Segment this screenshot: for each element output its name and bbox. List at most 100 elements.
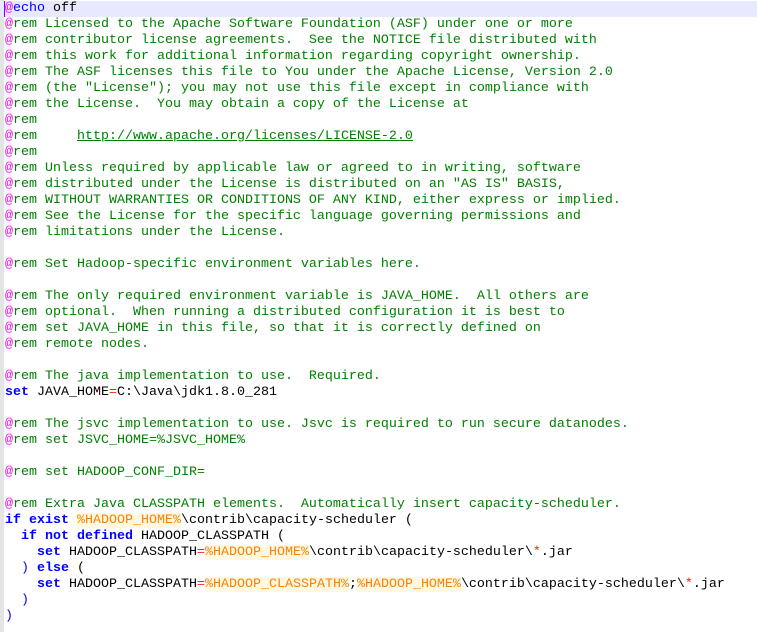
comment-text: rem distributed under the License is dis… [13, 177, 565, 192]
code-line[interactable]: @rem set JAVA_HOME in this file, so that… [0, 321, 757, 337]
code-line[interactable] [0, 481, 757, 497]
batch-at-symbol: @ [5, 465, 13, 480]
batch-at-symbol: @ [5, 321, 13, 336]
code-line[interactable]: @echo off [0, 1, 757, 17]
code-line[interactable]: @rem WITHOUT WARRANTIES OR CONDITIONS OF… [0, 193, 757, 209]
code-editor[interactable]: @echo off @rem Licensed to the Apache Sof… [0, 0, 757, 632]
keyword: set [37, 545, 61, 560]
batch-at-symbol: @ [5, 33, 13, 48]
batch-at-symbol: @ [5, 49, 13, 64]
code-text: off [45, 1, 77, 16]
code-line[interactable]: @rem The java implementation to use. Req… [0, 369, 757, 385]
comment-text: rem limitations under the License. [13, 225, 285, 240]
code-text: \contrib\capacity-scheduler\ [308, 545, 533, 560]
batch-at-symbol: @ [5, 177, 13, 192]
batch-at-symbol: @ [5, 161, 13, 176]
batch-at-symbol: @ [5, 289, 13, 304]
code-line[interactable]: @rem optional. When running a distribute… [0, 305, 757, 321]
comment-text: rem contributor license agreements. See … [13, 33, 597, 48]
comment-text: rem [13, 145, 37, 160]
code-line[interactable]: set HADOOP_CLASSPATH=%HADOOP_CLASSPATH%;… [0, 577, 757, 593]
code-line[interactable]: @rem Licensed to the Apache Software Fou… [0, 17, 757, 33]
keyword: if [5, 513, 21, 528]
code-text: ( [69, 561, 85, 576]
code-line[interactable]: if exist %HADOOP_HOME%\contrib\capacity-… [0, 513, 757, 529]
batch-at-symbol: @ [5, 65, 13, 80]
code-line[interactable]: set HADOOP_CLASSPATH=%HADOOP_HOME%\contr… [0, 545, 757, 561]
comment-text: rem Unless required by applicable law or… [13, 161, 581, 176]
batch-at-symbol: @ [5, 81, 13, 96]
code-line[interactable] [0, 353, 757, 369]
code-line[interactable]: @rem set JSVC_HOME=%JSVC_HOME% [0, 433, 757, 449]
paren: ) [21, 593, 29, 608]
keyword: else [37, 561, 69, 576]
comment-text: rem Extra Java CLASSPATH elements. Autom… [13, 497, 621, 512]
operator: = [196, 545, 205, 560]
code-text: HADOOP_CLASSPATH [61, 545, 197, 560]
comment-text: rem the License. You may obtain a copy o… [13, 97, 469, 112]
code-text: ; [348, 577, 357, 592]
batch-at-symbol: @ [5, 17, 13, 32]
batch-at-symbol: @ [5, 433, 13, 448]
code-line[interactable]: @rem (the "License"); you may not use th… [0, 81, 757, 97]
variable-token: %HADOOP_HOME% [356, 577, 461, 592]
code-line[interactable]: @rem The ASF licenses this file to You u… [0, 65, 757, 81]
variable-token: %HADOOP_HOME% [204, 545, 309, 560]
batch-at-symbol: @ [5, 97, 13, 112]
comment-text: rem The ASF licenses this file to You un… [13, 65, 613, 80]
batch-at-symbol: @ [5, 225, 13, 240]
batch-at-symbol: @ [5, 129, 13, 144]
code-line[interactable] [0, 273, 757, 289]
paren: ) [21, 561, 29, 576]
code-line[interactable]: @rem remote nodes. [0, 337, 757, 353]
code-line[interactable] [0, 401, 757, 417]
code-line[interactable]: ) [0, 609, 757, 625]
code-line[interactable]: @rem Extra Java CLASSPATH elements. Auto… [0, 497, 757, 513]
code-line[interactable]: @rem the License. You may obtain a copy … [0, 97, 757, 113]
code-line[interactable]: @rem [0, 145, 757, 161]
code-line[interactable]: @rem distributed under the License is di… [0, 177, 757, 193]
code-line[interactable] [0, 241, 757, 257]
code-line[interactable]: ) else ( [0, 561, 757, 577]
code-line[interactable]: set JAVA_HOME=C:\Java\jdk1.8.0_281 [0, 385, 757, 401]
code-line[interactable]: @rem contributor license agreements. See… [0, 33, 757, 49]
comment-text: rem WITHOUT WARRANTIES OR CONDITIONS OF … [13, 193, 621, 208]
code-line[interactable]: @rem See the License for the specific la… [0, 209, 757, 225]
code-line[interactable] [0, 449, 757, 465]
code-line[interactable]: ) [0, 593, 757, 609]
code-line[interactable]: @rem Unless required by applicable law o… [0, 161, 757, 177]
batch-at-symbol: @ [5, 417, 13, 432]
code-line[interactable]: @rem The only required environment varia… [0, 289, 757, 305]
comment-text: rem See the License for the specific lan… [13, 209, 581, 224]
code-text: .jar [540, 545, 573, 560]
code-text: HADOOP_CLASSPATH ( [133, 529, 285, 544]
code-line[interactable]: if not defined HADOOP_CLASSPATH ( [0, 529, 757, 545]
code-line[interactable]: @rem Set Hadoop-specific environment var… [0, 257, 757, 273]
code-line[interactable]: @rem The jsvc implementation to use. Jsv… [0, 417, 757, 433]
comment-text: rem The jsvc implementation to use. Jsvc… [13, 417, 629, 432]
code-text: C:\Java\jdk1.8.0_281 [116, 385, 277, 400]
code-line[interactable]: @rem limitations under the License. [0, 225, 757, 241]
code-lines[interactable]: @echo off @rem Licensed to the Apache Sof… [0, 1, 757, 625]
code-text: \contrib\capacity-scheduler\ [460, 577, 685, 592]
comment-text: rem Set Hadoop-specific environment vari… [13, 257, 421, 272]
code-text: JAVA_HOME [29, 385, 109, 400]
code-line[interactable]: @rem http://www.apache.org/licenses/LICE… [0, 129, 757, 145]
code-line[interactable]: @rem this work for additional informatio… [0, 49, 757, 65]
batch-at-symbol: @ [5, 369, 13, 384]
code-line[interactable]: @rem [0, 113, 757, 129]
url-link[interactable]: http://www.apache.org/licenses/LICENSE-2… [77, 129, 413, 144]
batch-at-symbol: @ [5, 305, 13, 320]
batch-at-symbol: @ [5, 1, 13, 16]
code-line[interactable]: @rem set HADOOP_CONF_DIR= [0, 465, 757, 481]
comment-text: rem set JSVC_HOME=%JSVC_HOME% [13, 433, 245, 448]
comment-text: rem this work for additional information… [13, 49, 581, 64]
comment-text: rem [13, 129, 77, 144]
